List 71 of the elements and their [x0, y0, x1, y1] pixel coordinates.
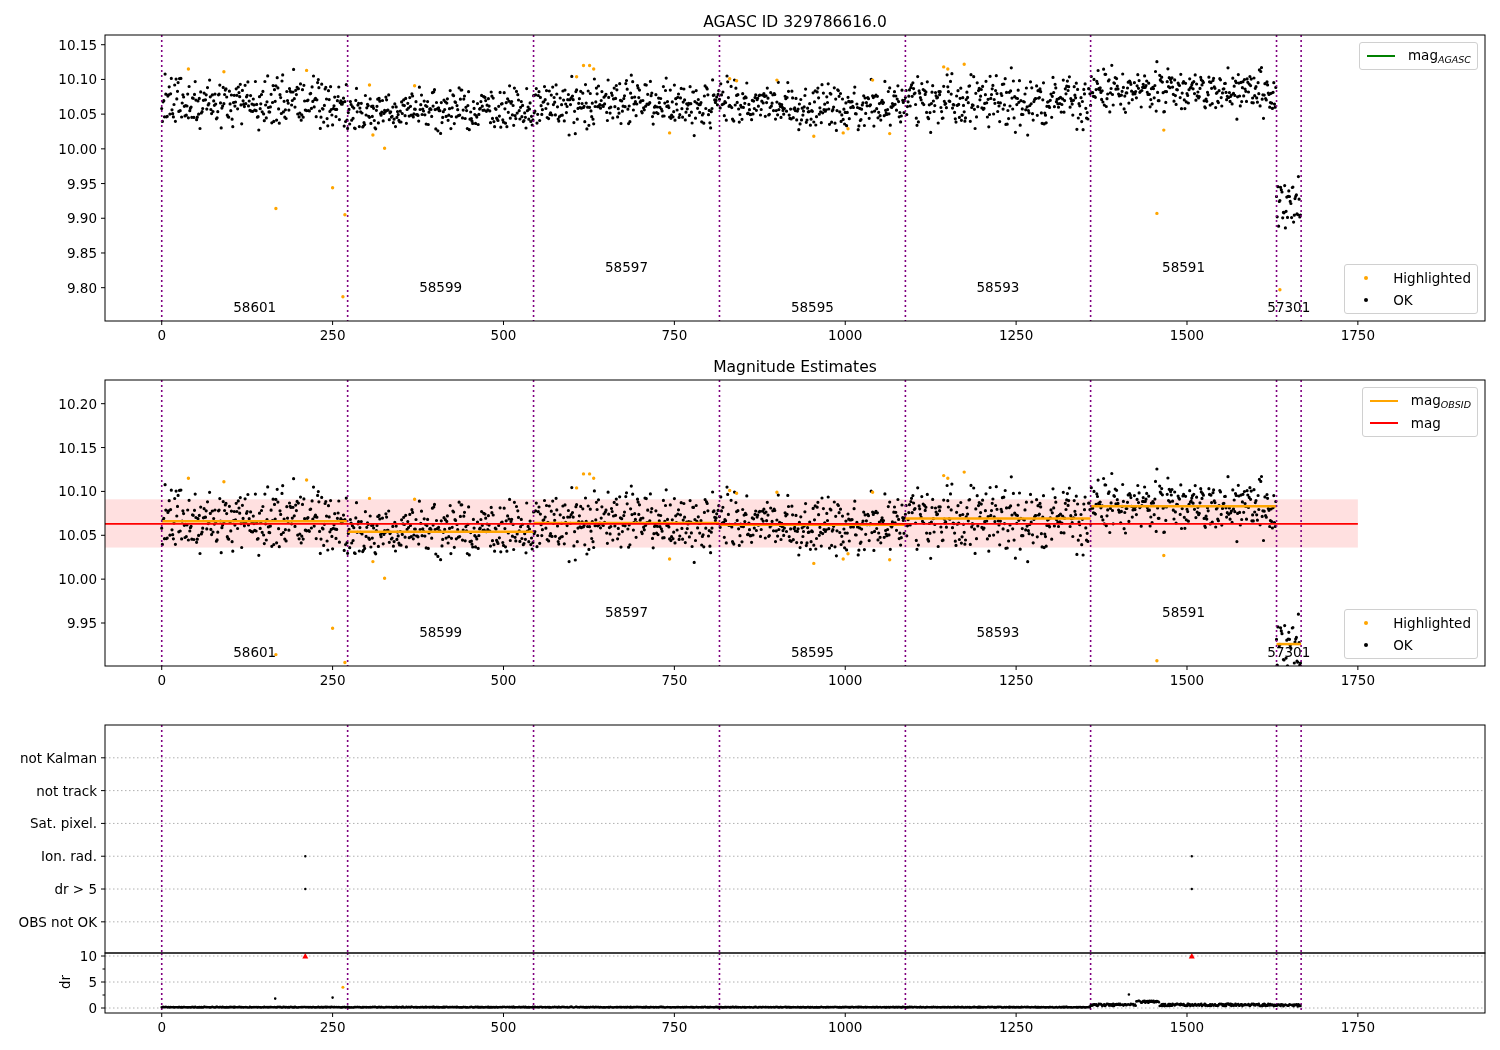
obsid-label: 57301: [1267, 299, 1311, 315]
obsid-label: 58597: [605, 604, 648, 620]
x-tick-label: 1250: [998, 327, 1034, 343]
obsid-label: 58595: [790, 644, 834, 660]
x-tick-label: 1250: [998, 672, 1034, 688]
x-tick-label: 250: [319, 1019, 346, 1035]
y-tick-label: Ion. rad.: [40, 848, 97, 865]
y-tick-label: 10.10: [58, 483, 97, 500]
chart-title: Magnitude Estimates: [713, 358, 877, 376]
y-tick-label: 10.00: [58, 571, 97, 588]
obsid-label: 58601: [233, 644, 277, 660]
y-tick-label: 9.90: [66, 210, 97, 227]
obsid-label: 57301: [1267, 644, 1311, 660]
obsid-label: 58593: [976, 624, 1020, 640]
obsid-label: 58593: [976, 279, 1020, 295]
x-tick-label: 250: [319, 327, 346, 343]
x-tick-label: 500: [490, 327, 517, 343]
x-tick-label: 750: [661, 1019, 688, 1035]
y-tick-label: 0: [88, 1000, 97, 1016]
x-tick-label: 1500: [1169, 327, 1205, 343]
legend-label: mag$_{OBSID}$: [1410, 392, 1471, 410]
x-tick-label: 1000: [828, 327, 863, 343]
y-tick-label: not Kalman: [19, 749, 97, 766]
obsid-label: 58599: [419, 624, 463, 640]
obsid-label: 58601: [233, 299, 277, 315]
legend-label: mag: [1410, 415, 1441, 431]
y-tick-label: OBS not OK: [18, 913, 97, 930]
x-tick-label: 1500: [1169, 1019, 1205, 1035]
y-tick-label: 10: [79, 948, 97, 964]
y-tick-label: not track: [36, 782, 97, 799]
y-tick-label: 10.00: [58, 140, 97, 157]
y-tick-label: 9.95: [66, 615, 97, 631]
x-tick-label: 0: [157, 1019, 167, 1035]
obsid-label: 58595: [790, 299, 834, 315]
x-tick-label: 1750: [1340, 672, 1376, 688]
x-tick-label: 1250: [998, 1019, 1034, 1035]
y-tick-label: 10.05: [58, 106, 97, 123]
y-tick-label: 10.20: [58, 395, 97, 412]
x-tick-label: 1000: [828, 672, 863, 688]
y-tick-label: 10.15: [58, 36, 97, 53]
x-tick-label: 750: [661, 672, 688, 688]
legend-label: OK: [1393, 292, 1413, 308]
y-tick-label: 9.85: [66, 244, 97, 261]
x-tick-label: 500: [490, 672, 517, 688]
x-tick-label: 1750: [1340, 327, 1376, 343]
legend-label: Highlighted: [1393, 615, 1471, 631]
axis-label: dr: [57, 974, 73, 990]
x-tick-label: 0: [157, 327, 167, 343]
y-tick-label: 9.95: [66, 175, 97, 192]
x-tick-label: 750: [661, 327, 688, 343]
x-tick-label: 1500: [1169, 672, 1205, 688]
legend-label: mag$_{AGASC}$: [1407, 47, 1471, 65]
x-tick-label: 1000: [828, 1019, 863, 1035]
obsid-label: 58597: [605, 259, 648, 275]
y-tick-label: 5: [88, 974, 97, 990]
y-tick-label: Sat. pixel.: [30, 815, 97, 832]
obsid-label: 58591: [1162, 604, 1206, 620]
y-tick-label: 10.15: [58, 439, 97, 456]
x-tick-label: 250: [319, 672, 346, 688]
x-tick-label: 0: [157, 672, 167, 688]
obsid-label: 58591: [1162, 259, 1206, 275]
legend-label: OK: [1393, 637, 1413, 653]
legend-label: Highlighted: [1393, 270, 1471, 286]
y-tick-label: 10.10: [58, 71, 97, 88]
y-tick-label: 10.05: [58, 527, 97, 544]
x-tick-label: 1750: [1340, 1019, 1376, 1035]
obsid-label: 58599: [419, 279, 463, 295]
chart-title: AGASC ID 329786616.0: [703, 13, 887, 31]
y-tick-label: dr > 5: [54, 881, 97, 898]
x-tick-label: 500: [490, 1019, 517, 1035]
y-tick-label: 9.80: [66, 279, 97, 296]
